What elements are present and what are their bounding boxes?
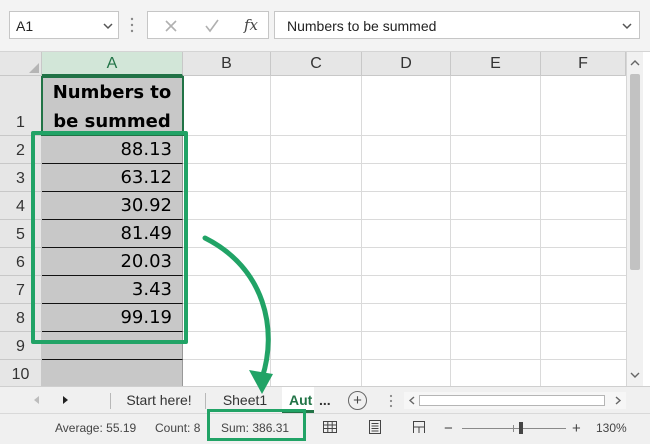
annotation-arrow [202, 235, 273, 394]
